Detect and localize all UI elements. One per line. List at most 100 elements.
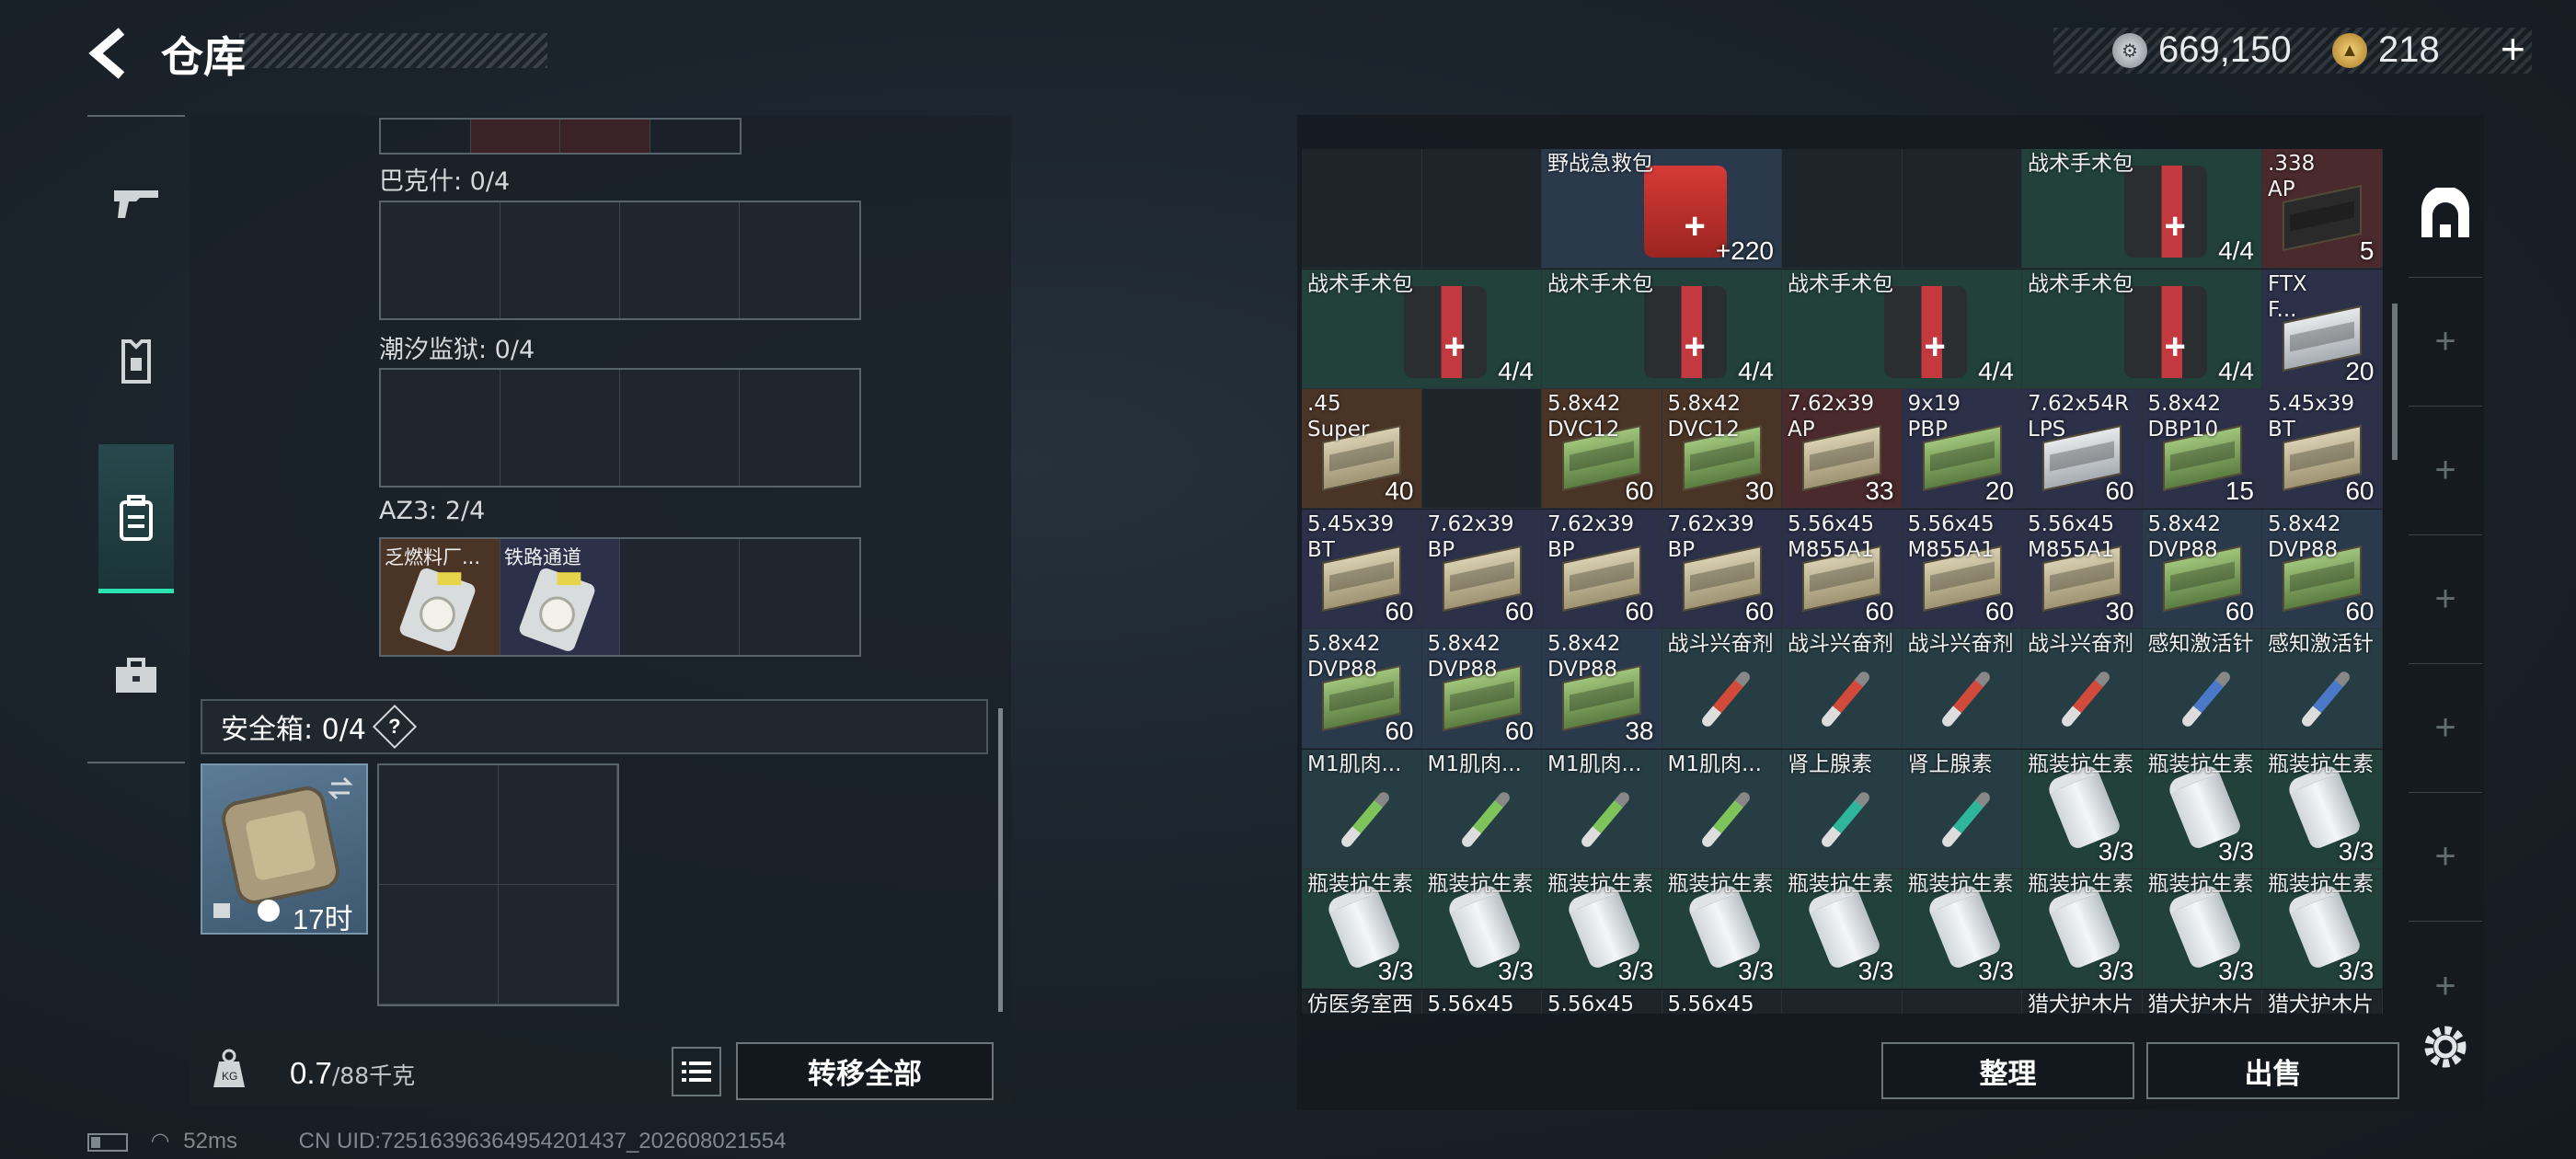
stash-item[interactable]: 猎犬护木片 — [2022, 989, 2143, 1014]
stash-item[interactable]: 7.62x39 BP 60 — [1662, 509, 1782, 629]
safe-slot[interactable] — [498, 765, 617, 885]
nav-case[interactable] — [98, 638, 174, 714]
stash-item[interactable]: 野战急救包 +220 — [1542, 149, 1782, 269]
stash-slot[interactable] — [1902, 989, 2022, 1014]
stash-slot[interactable] — [1421, 149, 1542, 269]
safe-slot[interactable] — [379, 765, 499, 885]
stash-item[interactable]: 瓶装抗生素 3/3 — [2262, 869, 2383, 989]
stash-item[interactable]: 5.8x42 DVP88 60 — [2262, 509, 2383, 629]
stash-item[interactable]: 瓶装抗生素 3/3 — [1421, 869, 1542, 989]
nav-weapon[interactable] — [98, 166, 174, 241]
help-button[interactable]: ? — [372, 704, 417, 750]
add-currency-button[interactable]: + — [2501, 24, 2525, 74]
stash-item[interactable]: 瓶装抗生素 3/3 — [1542, 869, 1662, 989]
settings-button[interactable] — [2418, 1019, 2473, 1074]
stash-item[interactable]: 肾上腺素 — [1902, 749, 2022, 869]
stash-item[interactable]: 5.56x45 — [1542, 989, 1662, 1014]
key-slot[interactable] — [620, 202, 740, 318]
stash-tab-add[interactable]: + — [2409, 278, 2482, 407]
stash-slot[interactable] — [1302, 149, 1422, 269]
sort-button[interactable]: 整理 — [1881, 1042, 2134, 1099]
list-view-button[interactable] — [672, 1047, 721, 1096]
safe-slot[interactable] — [379, 885, 499, 1004]
stash-item[interactable]: 5.8x42 DVP88 60 — [1302, 629, 1422, 749]
stash-item[interactable]: 7.62x39 BP 60 — [1421, 509, 1542, 629]
stash-item[interactable]: 瓶装抗生素 3/3 — [2022, 749, 2143, 869]
stash-item[interactable]: 5.8x42 DVP88 60 — [2142, 509, 2262, 629]
stash-item[interactable]: 9x19 PBP 20 — [1902, 389, 2022, 509]
safe-slot[interactable] — [498, 885, 617, 1004]
stash-slot[interactable] — [1782, 149, 1903, 269]
stash-item[interactable]: M1肌肉... — [1662, 749, 1782, 869]
stash-item[interactable]: 战术手术包 4/4 — [2022, 149, 2262, 269]
stash-tab-add[interactable]: + — [2409, 535, 2482, 664]
key-slot[interactable] — [620, 370, 740, 486]
stash-item[interactable]: 7.62x39 AP 33 — [1782, 389, 1903, 509]
nav-armor[interactable] — [98, 324, 174, 399]
stash-item[interactable]: M1肌肉... — [1302, 749, 1422, 869]
stash-item[interactable]: 7.62x54R LPS 60 — [2022, 389, 2143, 509]
stash-tab-add[interactable]: + — [2409, 407, 2482, 535]
stash-slot[interactable] — [1902, 149, 2022, 269]
key-slot[interactable] — [620, 539, 740, 655]
stash-item[interactable]: 猎犬护木片 — [2262, 989, 2383, 1014]
key-slot[interactable] — [740, 202, 859, 318]
stash-item[interactable]: M1肌肉... — [1421, 749, 1542, 869]
stash-tab-add[interactable]: + — [2409, 664, 2482, 793]
key-slot[interactable] — [500, 370, 620, 486]
stash-item[interactable]: 5.56x45 — [1421, 989, 1542, 1014]
left-scrollbar[interactable] — [998, 708, 1003, 1012]
key-slot[interactable] — [740, 370, 859, 486]
stash-scrollbar[interactable] — [2392, 304, 2398, 460]
stash-item[interactable]: 瓶装抗生素 3/3 — [1902, 869, 2022, 989]
stash-item[interactable]: 仿医务室西 — [1302, 989, 1422, 1014]
stash-item[interactable]: .45 Super 40 — [1302, 389, 1422, 509]
stash-item[interactable]: 7.62x39 BP 60 — [1542, 509, 1662, 629]
key-item[interactable]: 铁路通道 — [500, 539, 620, 655]
stash-item[interactable]: FTX F... 20 — [2262, 269, 2383, 389]
stash-item[interactable]: 肾上腺素 — [1782, 749, 1903, 869]
stash-item[interactable]: 5.8x42 DVC12 60 — [1542, 389, 1662, 509]
safe-box-item[interactable]: 17时 — [201, 763, 368, 935]
stash-item[interactable]: 战斗兴奋剂 — [2022, 629, 2143, 749]
back-button[interactable] — [85, 26, 131, 81]
stash-slot[interactable] — [1782, 989, 1903, 1014]
stash-item[interactable]: M1肌肉... — [1542, 749, 1662, 869]
key-slot[interactable] — [381, 370, 500, 486]
stash-item[interactable]: 战斗兴奋剂 — [1662, 629, 1782, 749]
stash-item[interactable]: 5.56x45 — [1662, 989, 1782, 1014]
stash-item[interactable]: 瓶装抗生素 3/3 — [2022, 869, 2143, 989]
stash-item[interactable]: 5.8x42 DVP88 38 — [1542, 629, 1662, 749]
stash-item[interactable]: 感知激活针 — [2142, 629, 2262, 749]
stash-tab-main[interactable] — [2409, 149, 2482, 278]
transfer-all-button[interactable]: 转移全部 — [736, 1042, 994, 1100]
stash-slot[interactable] — [1421, 389, 1542, 509]
stash-item[interactable]: 5.45x39 BT 60 — [1302, 509, 1422, 629]
nav-backpack[interactable] — [98, 481, 174, 557]
stash-item[interactable]: 5.8x42 DVC12 30 — [1662, 389, 1782, 509]
key-slot[interactable] — [740, 539, 859, 655]
stash-tab-add[interactable]: + — [2409, 793, 2482, 922]
key-slot[interactable] — [500, 202, 620, 318]
stash-item[interactable]: 猎犬护木片 — [2142, 989, 2262, 1014]
stash-item[interactable]: 感知激活针 — [2262, 629, 2383, 749]
key-slot[interactable] — [381, 202, 500, 318]
stash-item[interactable]: 战术手术包 4/4 — [1542, 269, 1782, 389]
stash-item[interactable]: 5.8x42 DVP88 60 — [1421, 629, 1542, 749]
stash-item[interactable]: 瓶装抗生素 3/3 — [1662, 869, 1782, 989]
stash-item[interactable]: 瓶装抗生素 3/3 — [1302, 869, 1422, 989]
stash-item[interactable]: 瓶装抗生素 3/3 — [2142, 869, 2262, 989]
stash-item[interactable]: 瓶装抗生素 3/3 — [2142, 749, 2262, 869]
key-item[interactable]: 乏燃料厂... — [381, 539, 500, 655]
stash-item[interactable]: 5.8x42 DBP10 15 — [2142, 389, 2262, 509]
stash-item[interactable]: 5.56x45 M855A1 60 — [1902, 509, 2022, 629]
stash-item[interactable]: .338 AP 5 — [2262, 149, 2383, 269]
stash-item[interactable]: 战术手术包 4/4 — [1782, 269, 2022, 389]
stash-item[interactable]: 瓶装抗生素 3/3 — [2262, 749, 2383, 869]
stash-item[interactable]: 5.56x45 M855A1 30 — [2022, 509, 2143, 629]
stash-item[interactable]: 战术手术包 4/4 — [1302, 269, 1542, 389]
stash-item[interactable]: 瓶装抗生素 3/3 — [1782, 869, 1903, 989]
stash-item[interactable]: 5.56x45 M855A1 60 — [1782, 509, 1903, 629]
stash-item[interactable]: 5.45x39 BT 60 — [2262, 389, 2383, 509]
stash-item[interactable]: 战斗兴奋剂 — [1902, 629, 2022, 749]
